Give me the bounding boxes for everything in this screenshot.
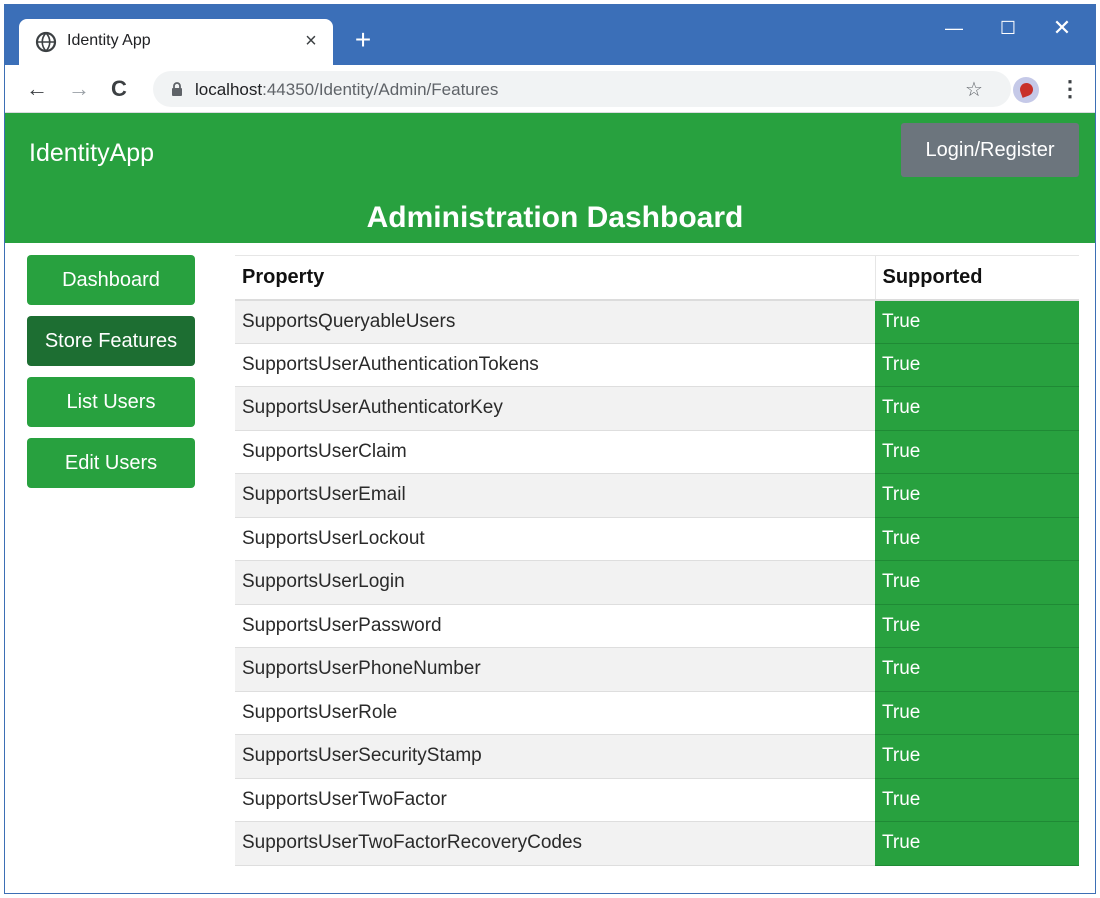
table-row: SupportsUserPassword True — [235, 604, 1079, 648]
sidebar-item-store-features[interactable]: Store Features — [27, 316, 195, 366]
property-cell: SupportsUserRole — [235, 691, 875, 735]
column-header-supported: Supported — [874, 255, 1079, 301]
property-cell: SupportsUserAuthenticationTokens — [235, 343, 875, 387]
property-cell: SupportsUserEmail — [235, 473, 875, 518]
table-row: SupportsUserEmail True — [235, 473, 1079, 518]
sidebar: Dashboard Store Features List Users Edit… — [27, 255, 195, 499]
table-row: SupportsUserLogin True — [235, 560, 1079, 605]
supported-cell: True — [875, 386, 1079, 431]
lock-icon — [171, 82, 183, 96]
close-window-button[interactable]: ✕ — [1039, 13, 1085, 43]
table-header-row: Property Supported — [235, 255, 1079, 301]
profile-avatar-dot — [1018, 81, 1035, 98]
sidebar-item-edit-users[interactable]: Edit Users — [27, 438, 195, 488]
url-text: localhost:44350/Identity/Admin/Features — [195, 80, 498, 100]
browser-toolbar: ← → C localhost:44350/Identity/Admin/Fea… — [5, 65, 1095, 113]
supported-cell: True — [875, 734, 1079, 779]
new-tab-button[interactable]: + — [349, 26, 377, 55]
supported-cell: True — [875, 560, 1079, 605]
supported-cell: True — [875, 517, 1079, 561]
supported-cell: True — [875, 604, 1079, 648]
table-row: SupportsUserTwoFactorRecoveryCodes True — [235, 821, 1079, 866]
login-register-button[interactable]: Login/Register — [901, 123, 1079, 177]
property-cell: SupportsUserPassword — [235, 604, 875, 648]
page-title: Administration Dashboard — [366, 201, 744, 234]
app-header: IdentityApp Login/Register Administratio… — [5, 113, 1095, 243]
table-row: SupportsUserTwoFactor True — [235, 778, 1079, 822]
browser-tab[interactable]: Identity App × — [19, 19, 333, 65]
tab-title: Identity App — [67, 32, 151, 49]
features-table: Property Supported SupportsQueryableUser… — [235, 255, 1079, 866]
property-cell: SupportsUserTwoFactor — [235, 778, 875, 822]
table-row: SupportsQueryableUsers True — [235, 299, 1079, 344]
property-cell: SupportsUserTwoFactorRecoveryCodes — [235, 821, 875, 866]
table-row: SupportsUserPhoneNumber True — [235, 647, 1079, 692]
property-cell: SupportsUserLockout — [235, 517, 875, 561]
table-row: SupportsUserSecurityStamp True — [235, 734, 1079, 779]
reload-button[interactable]: C — [105, 75, 133, 103]
url-host: localhost — [195, 80, 263, 99]
tab-close-icon[interactable]: × — [299, 29, 323, 53]
supported-cell: True — [875, 430, 1079, 474]
title-bar: Identity App × + — ☐ ✕ — [5, 5, 1095, 65]
property-cell: SupportsUserClaim — [235, 430, 875, 474]
supported-cell: True — [875, 821, 1079, 866]
url-path: :44350/Identity/Admin/Features — [262, 80, 499, 99]
star-icon[interactable]: ☆ — [963, 79, 985, 101]
browser-window: Identity App × + — ☐ ✕ ← → C localhost:4… — [4, 4, 1096, 894]
property-cell: SupportsUserPhoneNumber — [235, 647, 875, 692]
table-row: SupportsUserAuthenticatorKey True — [235, 386, 1079, 431]
column-header-property: Property — [235, 255, 875, 301]
table-row: SupportsUserAuthenticationTokens True — [235, 343, 1079, 387]
supported-cell: True — [875, 299, 1079, 344]
kebab-menu-icon[interactable]: ⋮ — [1059, 77, 1081, 103]
profile-avatar-icon[interactable] — [1013, 77, 1039, 103]
supported-cell: True — [875, 343, 1079, 387]
table-row: SupportsUserRole True — [235, 691, 1079, 735]
globe-icon — [35, 31, 57, 53]
sidebar-item-dashboard[interactable]: Dashboard — [27, 255, 195, 305]
minimize-button[interactable]: — — [931, 13, 977, 43]
table-row: SupportsUserLockout True — [235, 517, 1079, 561]
supported-cell: True — [875, 647, 1079, 692]
table-row: SupportsUserClaim True — [235, 430, 1079, 474]
property-cell: SupportsQueryableUsers — [235, 299, 875, 344]
property-cell: SupportsUserAuthenticatorKey — [235, 386, 875, 431]
supported-cell: True — [875, 473, 1079, 518]
property-cell: SupportsUserSecurityStamp — [235, 734, 875, 779]
forward-button[interactable]: → — [65, 75, 93, 103]
supported-cell: True — [875, 691, 1079, 735]
sidebar-item-list-users[interactable]: List Users — [27, 377, 195, 427]
supported-cell: True — [875, 778, 1079, 822]
property-cell: SupportsUserLogin — [235, 560, 875, 605]
back-button[interactable]: ← — [23, 75, 51, 103]
address-bar[interactable]: localhost:44350/Identity/Admin/Features — [153, 71, 1011, 107]
maximize-button[interactable]: ☐ — [985, 13, 1031, 43]
brand-link[interactable]: IdentityApp — [29, 139, 154, 168]
